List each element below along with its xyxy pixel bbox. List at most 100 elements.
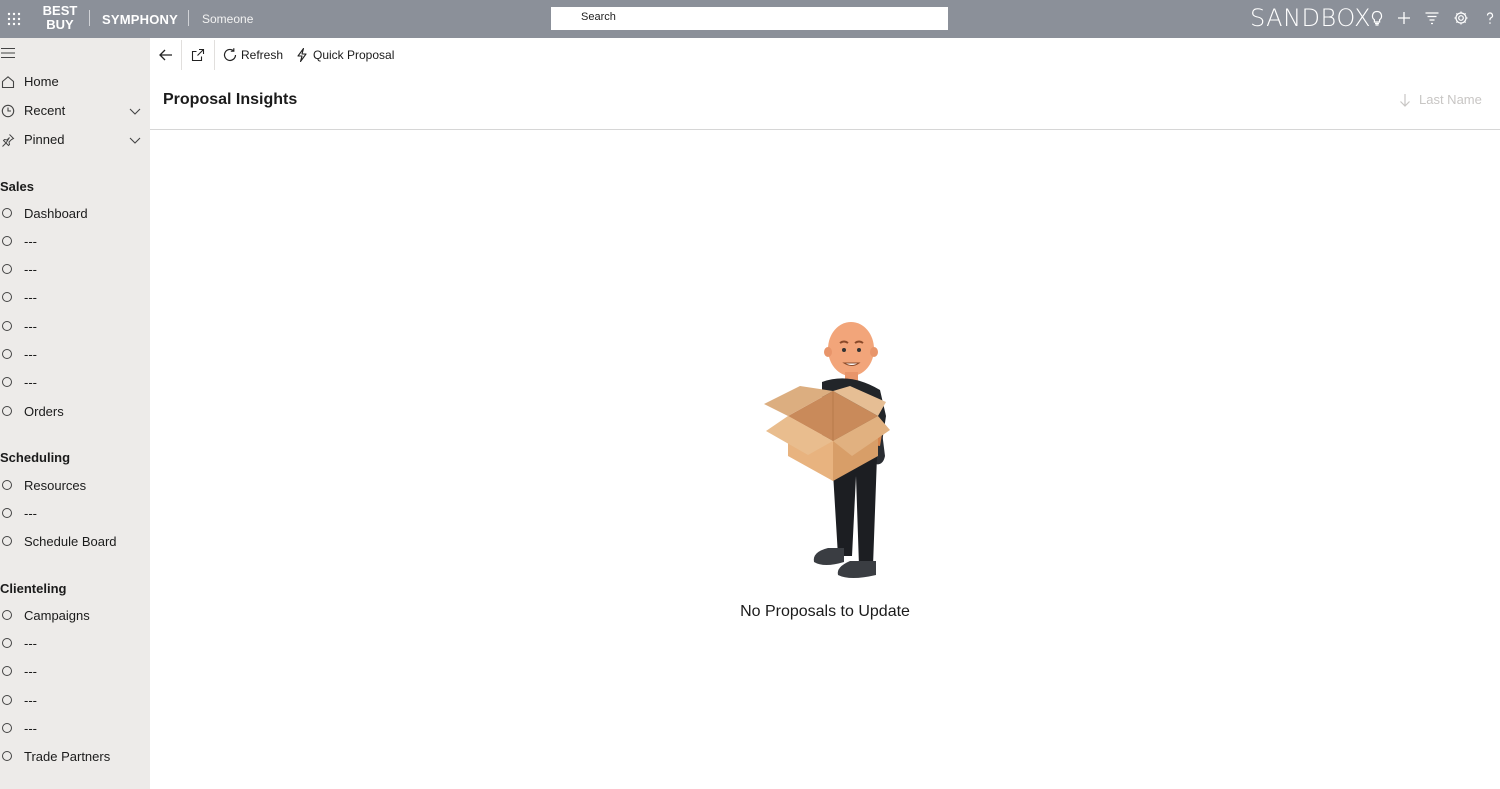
search-input[interactable]: Search	[551, 7, 948, 30]
search-placeholder: Search	[581, 11, 616, 23]
help-icon[interactable]	[1482, 10, 1498, 26]
app-name[interactable]: SYMPHONY	[102, 12, 178, 27]
sidebar-item-recent[interactable]: Recent	[0, 99, 150, 123]
sidebar-item-placeholder[interactable]: ---	[0, 259, 150, 281]
lightning-icon	[297, 47, 307, 63]
user-name: Someone	[202, 12, 254, 26]
sidebar-item-label: Trade Partners	[24, 749, 111, 764]
chevron-down-icon[interactable]	[129, 135, 141, 145]
refresh-button[interactable]: Refresh	[216, 38, 286, 72]
sidebar-item-label: ---	[24, 636, 37, 651]
refresh-label: Refresh	[241, 48, 284, 62]
sidebar-item-home[interactable]: Home	[0, 70, 150, 94]
sidebar-item-label: Schedule Board	[24, 534, 117, 549]
sort-by-button[interactable]: Last Name	[1399, 92, 1489, 110]
circle-icon	[2, 666, 12, 676]
circle-icon	[2, 695, 12, 705]
pin-icon	[2, 134, 15, 147]
circle-icon	[2, 480, 12, 490]
sidebar-item-label: ---	[24, 262, 37, 277]
hamburger-menu-icon[interactable]	[1, 47, 15, 59]
empty-state-illustration	[764, 322, 890, 578]
sidebar-item-placeholder[interactable]: ---	[0, 661, 150, 683]
back-button[interactable]	[150, 38, 181, 72]
open-external-icon	[191, 48, 205, 62]
divider	[214, 40, 215, 70]
command-bar: Refresh Quick Proposal	[150, 38, 1500, 72]
brand-line-2: BUY	[46, 17, 74, 32]
sidebar-item-placeholder[interactable]: ---	[0, 316, 150, 338]
sidebar-item-label: ---	[24, 375, 37, 390]
sidebar-item-trade-partners[interactable]: Trade Partners	[0, 746, 150, 768]
open-in-new-window-button[interactable]	[182, 38, 213, 72]
app-launcher-icon[interactable]	[7, 12, 21, 26]
sidebar: Home Recent Pinned Sales Dashboard --- -…	[0, 38, 150, 789]
circle-icon	[2, 292, 12, 302]
circle-icon	[2, 723, 12, 733]
brand-line-1: BEST	[42, 3, 78, 18]
plus-icon[interactable]	[1396, 10, 1412, 26]
page-title: Proposal Insights	[163, 91, 298, 108]
circle-icon	[2, 610, 12, 620]
sidebar-item-placeholder[interactable]: ---	[0, 344, 150, 366]
sidebar-item-label: Pinned	[24, 132, 65, 147]
clock-icon	[1, 104, 15, 118]
sidebar-item-label: ---	[24, 506, 37, 521]
sidebar-item-label: ---	[24, 347, 37, 362]
circle-icon	[2, 321, 12, 331]
sidebar-item-placeholder[interactable]: ---	[0, 287, 150, 309]
sidebar-item-resources[interactable]: Resources	[0, 475, 150, 497]
environment-label: SANDBOX	[1250, 4, 1372, 32]
sidebar-item-label: ---	[24, 693, 37, 708]
sidebar-item-placeholder[interactable]: ---	[0, 718, 150, 740]
circle-icon	[2, 377, 12, 387]
sidebar-item-placeholder[interactable]: ---	[0, 690, 150, 712]
filter-icon[interactable]	[1424, 10, 1440, 26]
brand-logo[interactable]: BEST BUY	[40, 4, 80, 32]
gear-icon[interactable]	[1453, 10, 1469, 26]
circle-icon	[2, 638, 12, 648]
circle-icon	[2, 508, 12, 518]
sidebar-item-label: ---	[24, 721, 37, 736]
sidebar-item-label: Resources	[24, 478, 87, 493]
sidebar-item-orders[interactable]: Orders	[0, 401, 150, 423]
arrow-left-icon	[159, 49, 172, 61]
sidebar-item-label: ---	[24, 290, 37, 305]
circle-icon	[2, 406, 12, 416]
sidebar-item-placeholder[interactable]: ---	[0, 231, 150, 253]
arrow-down-icon	[1400, 94, 1410, 107]
sidebar-item-label: ---	[24, 319, 37, 334]
circle-icon	[2, 751, 12, 761]
sidebar-item-placeholder[interactable]: ---	[0, 372, 150, 394]
sort-by-label: Last Name	[1419, 92, 1482, 107]
sidebar-item-dashboard[interactable]: Dashboard	[0, 203, 150, 225]
quick-proposal-label: Quick Proposal	[313, 48, 395, 62]
circle-icon	[2, 208, 12, 218]
sidebar-item-label: Recent	[24, 103, 66, 118]
circle-icon	[2, 349, 12, 359]
sidebar-item-placeholder[interactable]: ---	[0, 633, 150, 655]
header-divider	[150, 129, 1500, 130]
home-icon	[1, 76, 15, 89]
quick-proposal-button[interactable]: Quick Proposal	[290, 38, 394, 72]
circle-icon	[2, 236, 12, 246]
divider	[188, 10, 189, 26]
sidebar-item-label: ---	[24, 234, 37, 249]
circle-icon	[2, 264, 12, 274]
sidebar-item-label: Dashboard	[24, 206, 88, 221]
sidebar-item-label: Home	[24, 74, 59, 89]
chevron-down-icon[interactable]	[129, 106, 141, 116]
circle-icon	[2, 536, 12, 546]
section-title-clienteling: Clienteling	[0, 581, 67, 596]
sidebar-item-label: Campaigns	[24, 608, 90, 623]
sidebar-item-campaigns[interactable]: Campaigns	[0, 605, 150, 627]
sidebar-item-label: Orders	[24, 404, 64, 419]
empty-state-message: No Proposals to Update	[740, 603, 910, 620]
refresh-icon	[223, 48, 237, 61]
lightbulb-icon[interactable]	[1369, 10, 1385, 26]
section-title-scheduling: Scheduling	[0, 450, 71, 465]
divider	[89, 10, 90, 26]
sidebar-item-pinned[interactable]: Pinned	[0, 128, 150, 152]
sidebar-item-placeholder[interactable]: ---	[0, 503, 150, 525]
sidebar-item-schedule-board[interactable]: Schedule Board	[0, 531, 150, 553]
